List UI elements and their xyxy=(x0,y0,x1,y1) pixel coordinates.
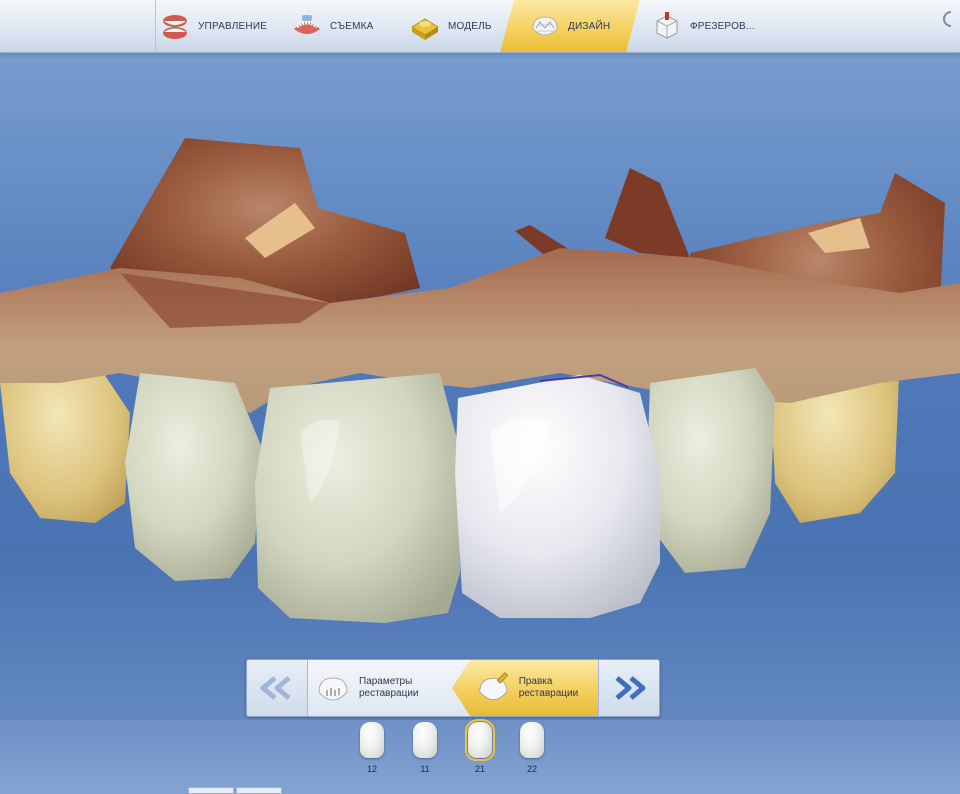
scan-jaw-icon xyxy=(294,15,320,34)
phase-bar-left-cap xyxy=(0,0,156,52)
tooth-thumbnail-icon xyxy=(413,722,437,758)
tooth-thumbnail-icon xyxy=(360,722,384,758)
phase-tab-management[interactable]: УПРАВЛЕНИЕ xyxy=(158,0,268,52)
model-base-icon xyxy=(411,18,439,40)
restoration-edit-icon xyxy=(479,672,509,700)
tooth-chip-21[interactable]: 21 xyxy=(465,719,495,780)
tooth-number: 11 xyxy=(420,764,430,774)
step-label: Правка реставрации xyxy=(518,676,579,699)
crown-design-icon xyxy=(528,9,562,43)
bottom-panel-tab[interactable] xyxy=(236,787,282,794)
double-chevron-left-icon xyxy=(260,676,291,700)
phase-bar: УПРАВЛЕНИЕ СЪЕМКА МОДЕЛЬ ДИЗАЙН ФРЕЗЕРОВ… xyxy=(0,0,960,53)
phase-label: ФРЕЗЕРОВ... xyxy=(690,20,755,32)
phase-tab-model[interactable]: МОДЕЛЬ xyxy=(408,0,504,52)
double-chevron-right-icon xyxy=(615,676,646,700)
tooth-thumbnail-icon xyxy=(465,719,495,761)
tooth-12 xyxy=(125,373,262,581)
tooth-thumbnail-icon xyxy=(520,722,544,758)
next-step-button[interactable] xyxy=(598,660,659,716)
tooth-chip-12[interactable]: 12 xyxy=(357,722,387,780)
dental-model-render[interactable] xyxy=(0,53,960,653)
tooth-chip-11[interactable]: 11 xyxy=(410,722,440,780)
step-restoration-edit[interactable]: Правка реставрации xyxy=(452,660,598,716)
phase-tab-scan[interactable]: СЪЕМКА xyxy=(290,0,390,52)
design-step-navigator: Параметры реставрации Правка реставрации xyxy=(246,659,660,717)
step-label: Параметры реставрации xyxy=(359,676,419,699)
phase-tab-milling[interactable]: ФРЕЗЕРОВ... xyxy=(650,0,755,52)
tooth-22 xyxy=(648,368,775,573)
bottom-panel-tab[interactable] xyxy=(188,787,234,794)
jaw-models-icon xyxy=(163,15,187,39)
tooth-selector-bar: 12 11 21 22 xyxy=(0,719,960,792)
restoration-params-icon xyxy=(318,677,348,701)
phase-label: МОДЕЛЬ xyxy=(448,20,492,32)
tooth-number: 21 xyxy=(474,764,485,774)
step-restoration-params[interactable]: Параметры реставрации xyxy=(313,660,445,716)
previous-step-button[interactable] xyxy=(247,660,308,716)
phase-label: УПРАВЛЕНИЕ xyxy=(198,20,268,32)
tooth-11 xyxy=(255,373,460,623)
milling-block-icon xyxy=(656,12,678,39)
tooth-chip-22[interactable]: 22 xyxy=(517,722,547,780)
phase-tab-design[interactable]: ДИЗАЙН xyxy=(500,0,640,52)
tooth-number: 22 xyxy=(526,764,537,774)
phase-label: ДИЗАЙН xyxy=(568,20,611,32)
app-logo-icon xyxy=(943,11,952,27)
model-viewport[interactable] xyxy=(0,53,960,653)
tooth-number: 12 xyxy=(366,764,377,774)
crown-restoration-21[interactable] xyxy=(455,375,660,618)
phase-label: СЪЕМКА xyxy=(330,20,374,32)
tissue-flap-right-spike xyxy=(605,168,690,258)
